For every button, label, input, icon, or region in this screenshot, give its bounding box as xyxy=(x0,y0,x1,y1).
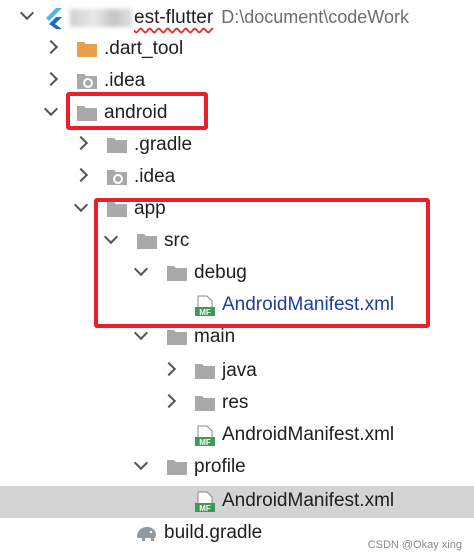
tree-item-label: java xyxy=(222,360,257,381)
tree-row-profile-manifest[interactable]: MF AndroidManifest.xml xyxy=(0,486,474,518)
tree-row-dart-tool[interactable]: .dart_tool xyxy=(0,34,474,66)
folder-icon xyxy=(194,361,216,381)
tree-item-label: AndroidManifest.xml xyxy=(222,424,395,445)
chevron-right-icon[interactable] xyxy=(161,393,177,409)
tree-row-gradle-folder[interactable]: .gradle xyxy=(0,130,474,162)
highlight-box-app-debug xyxy=(94,198,430,328)
folder-icon xyxy=(194,393,216,413)
manifest-file-icon: MF xyxy=(194,425,216,447)
tree-item-label: .idea xyxy=(134,166,176,187)
tree-item-label: profile xyxy=(194,456,246,477)
folder-orange-icon xyxy=(76,39,98,59)
chevron-right-icon[interactable] xyxy=(161,361,177,377)
tree-item-label: .idea xyxy=(104,70,146,91)
tree-row-res[interactable]: res xyxy=(0,388,474,420)
chevron-right-icon[interactable] xyxy=(73,135,89,151)
chevron-right-icon[interactable] xyxy=(73,167,89,183)
tree-row-project-root[interactable]: est-flutter D:\document\codeWork xyxy=(0,2,474,34)
gradle-elephant-icon xyxy=(134,523,156,543)
manifest-file-icon: MF xyxy=(194,491,216,513)
tree-item-label: main xyxy=(194,326,236,347)
chevron-right-icon[interactable] xyxy=(43,39,59,55)
highlight-box-android xyxy=(66,92,208,130)
svg-text:MF: MF xyxy=(199,438,211,447)
flutter-icon xyxy=(44,7,66,29)
tree-item-label: build.gradle xyxy=(164,522,263,543)
tree-item-label: AndroidManifest.xml xyxy=(222,490,395,511)
tree-row-idea-android[interactable]: .idea xyxy=(0,162,474,194)
chevron-down-icon[interactable] xyxy=(133,455,149,471)
watermark: CSDN @Okay xing xyxy=(367,539,462,551)
svg-text:MF: MF xyxy=(199,504,211,513)
project-path: D:\document\codeWork xyxy=(221,7,409,27)
chevron-down-icon[interactable] xyxy=(133,325,149,341)
idea-folder-icon xyxy=(76,71,98,91)
chevron-down-icon[interactable] xyxy=(73,197,89,213)
tree-item-label: res xyxy=(222,392,249,413)
tree-row-profile[interactable]: profile xyxy=(0,452,474,484)
folder-icon xyxy=(106,135,128,155)
project-name: est-flutter D:\document\codeWork xyxy=(70,6,409,29)
chevron-down-icon[interactable] xyxy=(19,5,35,21)
tree-row-java[interactable]: java xyxy=(0,356,474,388)
tree-item-label: .gradle xyxy=(134,134,193,155)
blurred-redaction xyxy=(70,8,132,27)
tree-item-label: .dart_tool xyxy=(104,38,184,59)
folder-icon xyxy=(166,457,188,477)
tree-row-main-manifest[interactable]: MF AndroidManifest.xml xyxy=(0,420,474,452)
chevron-down-icon[interactable] xyxy=(43,101,59,117)
chevron-right-icon[interactable] xyxy=(43,71,59,87)
idea-folder-icon xyxy=(106,167,128,187)
folder-icon xyxy=(166,327,188,347)
